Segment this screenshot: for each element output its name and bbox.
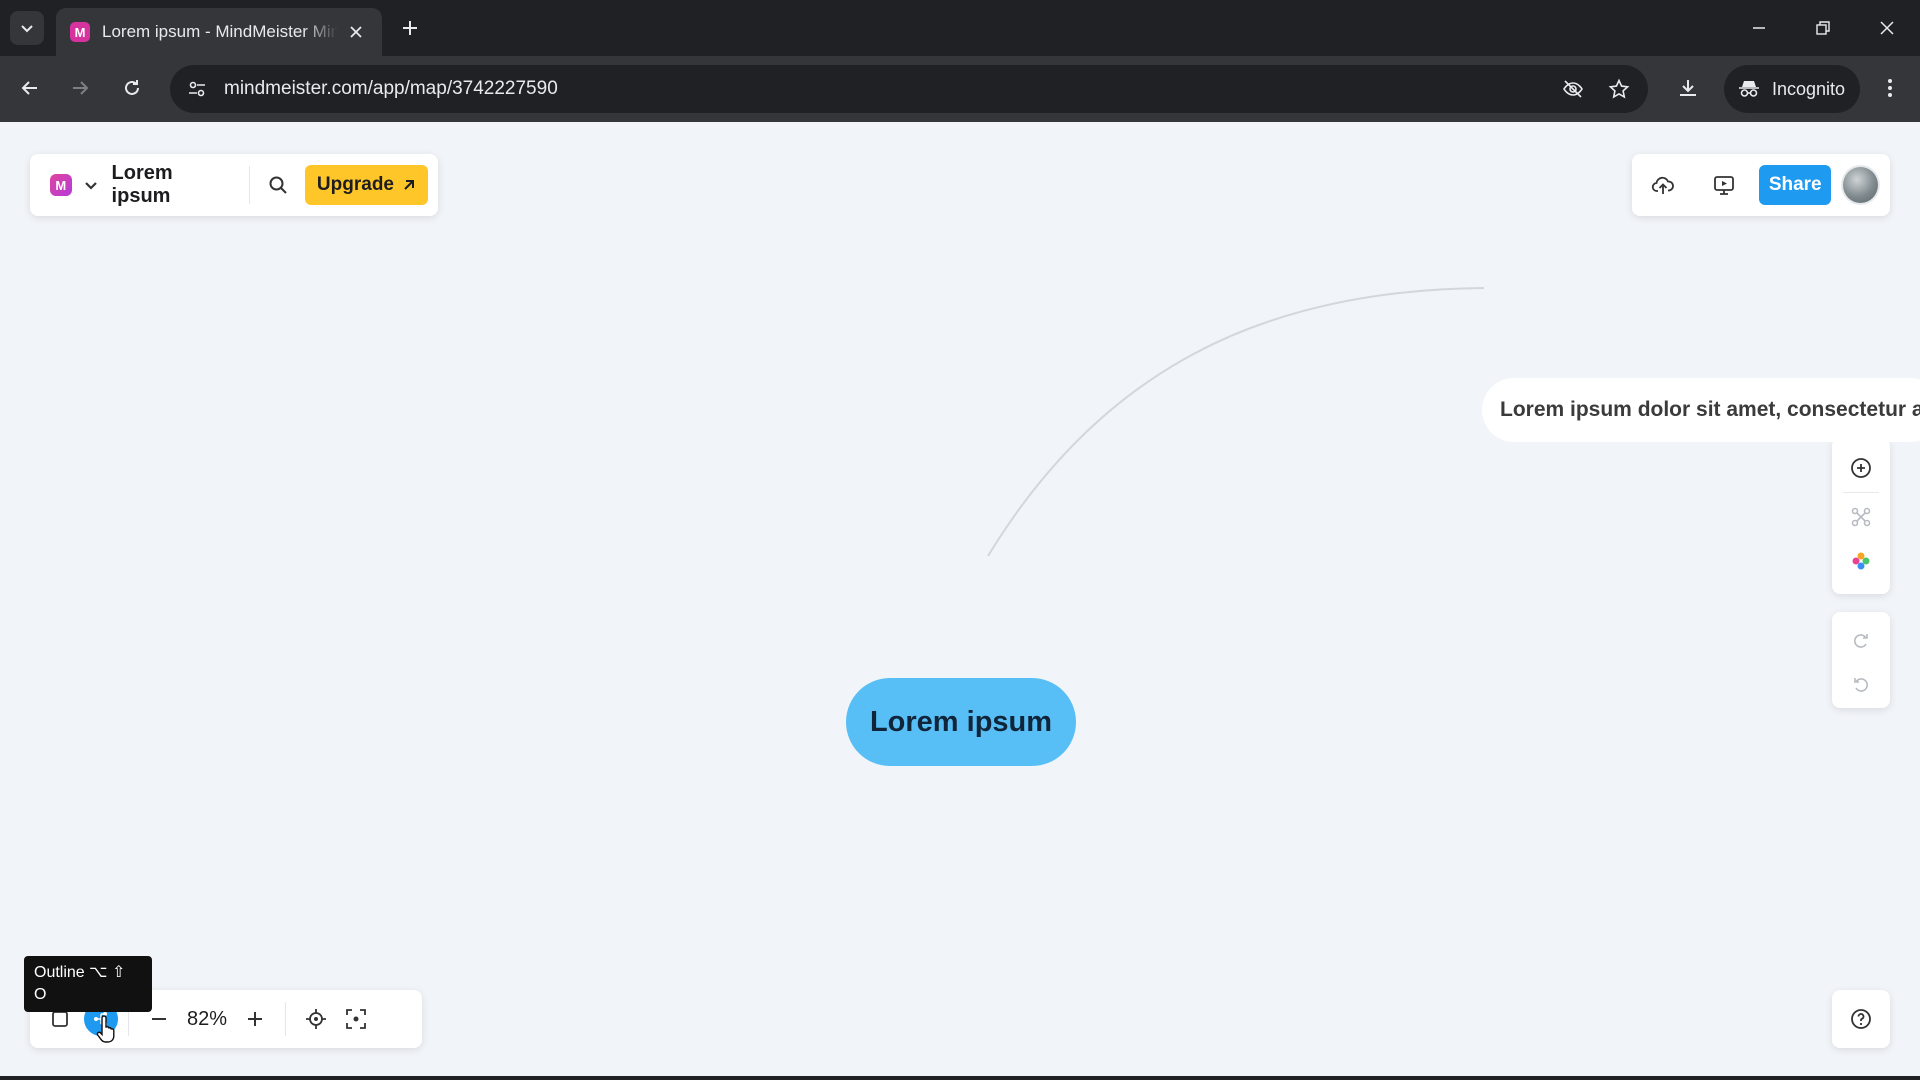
close-icon: [350, 26, 362, 38]
map-header-panel: M Lorem ipsum Upgrade: [30, 154, 438, 216]
reload-button[interactable]: [114, 70, 150, 106]
arrow-left-icon: [21, 81, 37, 95]
insert-toolbar: [1832, 438, 1890, 594]
map-actions-panel: Share: [1632, 154, 1890, 216]
reload-icon: [125, 80, 139, 95]
incognito-icon: [1739, 81, 1759, 97]
fit-map-button[interactable]: [336, 999, 376, 1039]
chevron-down-icon: [84, 182, 97, 190]
square-icon: [52, 1011, 68, 1027]
arrow-right-icon: [73, 81, 89, 95]
add-topic-button[interactable]: [1839, 446, 1883, 490]
minimize-icon: [1753, 27, 1765, 29]
mindmeister-favicon-icon: M: [70, 22, 90, 42]
upgrade-button[interactable]: Upgrade: [304, 165, 428, 205]
center-map-button[interactable]: [296, 999, 336, 1039]
style-button[interactable]: [1839, 539, 1883, 583]
downloads-button[interactable]: [1670, 70, 1706, 106]
incognito-indicator[interactable]: Incognito: [1724, 65, 1860, 113]
divider: [1843, 492, 1879, 493]
mindmap-canvas[interactable]: M Lorem ipsum Upgrade Share Lorem ipsum …: [0, 122, 1920, 1080]
site-settings-icon[interactable]: [180, 72, 214, 106]
presentation-button[interactable]: [1703, 163, 1746, 207]
close-icon: [1880, 21, 1894, 35]
minus-icon: [152, 1018, 166, 1020]
divider: [285, 1002, 286, 1036]
new-tab-button[interactable]: [396, 14, 424, 42]
user-avatar[interactable]: [1841, 165, 1880, 205]
crosshair-icon: [306, 1009, 326, 1029]
browser-tab-active[interactable]: M Lorem ipsum - MindMeister Mind Map: [56, 8, 382, 56]
tab-title: Lorem ipsum - MindMeister Mind Map: [102, 22, 338, 41]
redo-button[interactable]: [1839, 618, 1883, 662]
browser-menu-button[interactable]: [1872, 70, 1908, 106]
browser-toolbar: mindmeister.com/app/map/3742227590 Incog…: [0, 56, 1920, 122]
palette-icon: [1852, 552, 1870, 570]
map-title[interactable]: Lorem ipsum: [112, 162, 235, 208]
tab-close-button[interactable]: [344, 20, 368, 44]
divider: [248, 166, 250, 204]
child-topic[interactable]: Lorem ipsum dolor sit amet, consectetur …: [1482, 378, 1920, 442]
hand-pointer-cursor-icon: [96, 1015, 115, 1043]
chevron-down-icon: [21, 25, 33, 33]
undo-icon: [1854, 678, 1868, 692]
window-restore-button[interactable]: [1800, 10, 1846, 46]
fit-screen-icon: [346, 1009, 366, 1029]
arrow-up-right-icon: [404, 180, 414, 190]
zoom-level: 82%: [186, 1007, 228, 1030]
undo-button[interactable]: [1839, 662, 1883, 706]
root-topic[interactable]: Lorem ipsum: [846, 678, 1076, 766]
tooltip-shortcut: O: [34, 986, 47, 1003]
search-icon: [269, 176, 287, 194]
plus-icon: [403, 21, 417, 35]
plus-icon: [248, 1012, 262, 1026]
tab-search-button[interactable]: [10, 11, 44, 45]
help-button[interactable]: [1832, 990, 1890, 1048]
upgrade-label: Upgrade: [316, 174, 394, 195]
search-button[interactable]: [264, 170, 293, 200]
tooltip-title: Outline ⌥ ⇧: [34, 964, 126, 981]
bookmark-star-icon[interactable]: [1602, 72, 1636, 106]
window-bottom-edge: [0, 1076, 1920, 1080]
address-bar[interactable]: mindmeister.com/app/map/3742227590: [170, 65, 1648, 113]
map-menu-button[interactable]: [84, 178, 98, 192]
connect-topics-button[interactable]: [1839, 495, 1883, 539]
incognito-label: Incognito: [1772, 78, 1846, 99]
mindmeister-logo-icon[interactable]: M: [50, 174, 72, 196]
url-text[interactable]: mindmeister.com/app/map/3742227590: [224, 78, 1556, 100]
window-close-button[interactable]: [1864, 10, 1910, 46]
window-minimize-button[interactable]: [1736, 10, 1782, 46]
zoom-in-button[interactable]: [235, 999, 275, 1039]
connection-icon: [1851, 507, 1871, 527]
redo-icon: [1854, 634, 1868, 648]
outline-tooltip: Outline ⌥ ⇧ O: [24, 956, 152, 1012]
export-button[interactable]: [1642, 163, 1685, 207]
back-button[interactable]: [12, 70, 48, 106]
cloud-upload-icon: [1652, 176, 1675, 194]
restore-icon: [1816, 21, 1830, 35]
help-icon: [1851, 1009, 1871, 1029]
kebab-menu-icon: [1888, 79, 1892, 97]
plus-circle-icon: [1851, 458, 1871, 478]
history-toolbar: [1832, 612, 1890, 708]
eye-off-icon[interactable]: [1556, 72, 1590, 106]
presentation-icon: [1714, 176, 1734, 195]
browser-tabstrip: M Lorem ipsum - MindMeister Mind Map: [0, 0, 1920, 56]
share-button[interactable]: Share: [1759, 165, 1832, 205]
forward-button[interactable]: [62, 70, 98, 106]
download-icon: [1680, 80, 1696, 96]
topic-connector-line: [987, 287, 1485, 557]
